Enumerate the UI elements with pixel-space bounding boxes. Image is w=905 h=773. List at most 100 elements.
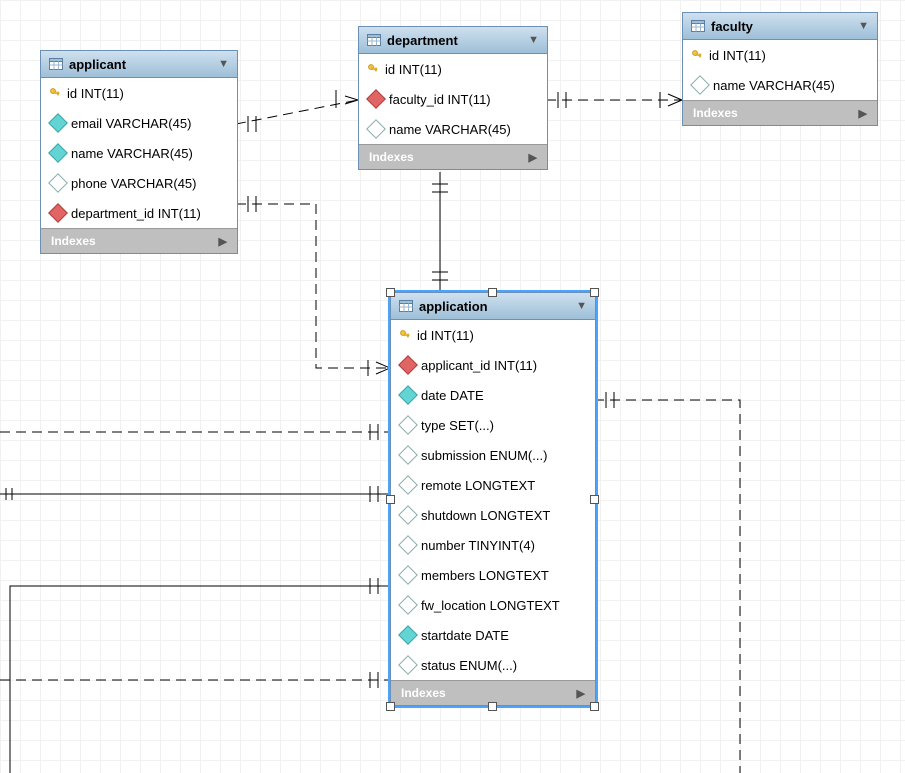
expand-icon[interactable]: ▶ <box>859 107 867 120</box>
collapse-icon[interactable]: ▼ <box>858 20 869 32</box>
table-column[interactable]: fw_location LONGTEXT <box>391 590 595 620</box>
table-column[interactable]: remote LONGTEXT <box>391 470 595 500</box>
column-text: type SET(...) <box>421 418 494 433</box>
foreign-key-icon <box>398 355 418 375</box>
indexes-label: Indexes <box>401 686 446 700</box>
table-column[interactable]: email VARCHAR(45) <box>41 108 237 138</box>
column-nullable-icon <box>398 505 418 525</box>
selection-handle[interactable] <box>386 702 395 711</box>
column-text: members LONGTEXT <box>421 568 549 583</box>
table-column[interactable]: id INT(11) <box>391 320 595 350</box>
indexes-section[interactable]: Indexes ▶ <box>41 228 237 253</box>
selection-handle[interactable] <box>488 288 497 297</box>
indexes-label: Indexes <box>693 106 738 120</box>
indexes-label: Indexes <box>369 150 414 164</box>
column-notnull-icon <box>398 625 418 645</box>
selection-handle[interactable] <box>386 495 395 504</box>
column-text: shutdown LONGTEXT <box>421 508 550 523</box>
selection-handle[interactable] <box>590 702 599 711</box>
table-column[interactable]: startdate DATE <box>391 620 595 650</box>
table-header[interactable]: application▼ <box>391 293 595 320</box>
table-column[interactable]: faculty_id INT(11) <box>359 84 547 114</box>
foreign-key-icon <box>48 203 68 223</box>
table-icon <box>49 58 63 70</box>
column-text: id INT(11) <box>385 62 442 77</box>
table-applicant[interactable]: applicant▼ id INT(11) email VARCHAR(45) nam… <box>40 50 238 254</box>
collapse-icon[interactable]: ▼ <box>576 300 587 312</box>
table-icon <box>399 300 413 312</box>
column-text: email VARCHAR(45) <box>71 116 191 131</box>
table-name: department <box>387 33 528 48</box>
primary-key-icon <box>691 49 703 61</box>
table-column[interactable]: id INT(11) <box>359 54 547 84</box>
selection-handle[interactable] <box>488 702 497 711</box>
table-faculty[interactable]: faculty▼id INT(11)name VARCHAR(45)Indexe… <box>682 12 878 126</box>
column-text: date DATE <box>421 388 484 403</box>
collapse-icon[interactable]: ▼ <box>528 34 539 46</box>
column-nullable-icon <box>398 475 418 495</box>
column-text: id INT(11) <box>417 328 474 343</box>
table-column[interactable]: department_id INT(11) <box>41 198 237 228</box>
column-nullable-icon <box>398 535 418 555</box>
table-application[interactable]: application▼ id INT(11) applicant_id INT(1… <box>390 292 596 706</box>
selection-handle[interactable] <box>590 495 599 504</box>
column-text: id INT(11) <box>67 86 124 101</box>
collapse-icon[interactable]: ▼ <box>218 58 229 70</box>
column-nullable-icon <box>398 655 418 675</box>
table-column[interactable]: id INT(11) <box>41 78 237 108</box>
column-notnull-icon <box>398 385 418 405</box>
column-nullable-icon <box>398 565 418 585</box>
column-text: number TINYINT(4) <box>421 538 535 553</box>
table-name: faculty <box>711 19 858 34</box>
table-column[interactable]: shutdown LONGTEXT <box>391 500 595 530</box>
primary-key-icon <box>367 63 379 75</box>
column-text: startdate DATE <box>421 628 509 643</box>
column-text: id INT(11) <box>709 48 766 63</box>
table-column[interactable]: date DATE <box>391 380 595 410</box>
table-column[interactable]: name VARCHAR(45) <box>359 114 547 144</box>
column-text: name VARCHAR(45) <box>389 122 511 137</box>
table-name: application <box>419 299 576 314</box>
table-header[interactable]: applicant▼ <box>41 51 237 78</box>
table-column[interactable]: applicant_id INT(11) <box>391 350 595 380</box>
selection-handle[interactable] <box>590 288 599 297</box>
column-notnull-icon <box>48 113 68 133</box>
table-icon <box>691 20 705 32</box>
table-column[interactable]: name VARCHAR(45) <box>683 70 877 100</box>
indexes-section[interactable]: Indexes ▶ <box>683 100 877 125</box>
table-column[interactable]: submission ENUM(...) <box>391 440 595 470</box>
primary-key-icon <box>399 329 411 341</box>
table-column[interactable]: type SET(...) <box>391 410 595 440</box>
column-nullable-icon <box>366 119 386 139</box>
table-icon <box>367 34 381 46</box>
table-department[interactable]: department▼ id INT(11) faculty_id INT(11) n… <box>358 26 548 170</box>
table-column[interactable]: id INT(11) <box>683 40 877 70</box>
column-text: submission ENUM(...) <box>421 448 547 463</box>
table-header[interactable]: department▼ <box>359 27 547 54</box>
table-column[interactable]: members LONGTEXT <box>391 560 595 590</box>
expand-icon[interactable]: ▶ <box>577 687 585 700</box>
table-header[interactable]: faculty▼ <box>683 13 877 40</box>
column-text: faculty_id INT(11) <box>389 92 491 107</box>
expand-icon[interactable]: ▶ <box>529 151 537 164</box>
selection-handle[interactable] <box>386 288 395 297</box>
column-notnull-icon <box>48 143 68 163</box>
table-column[interactable]: status ENUM(...) <box>391 650 595 680</box>
column-text: name VARCHAR(45) <box>71 146 193 161</box>
column-text: applicant_id INT(11) <box>421 358 537 373</box>
indexes-label: Indexes <box>51 234 96 248</box>
column-nullable-icon <box>398 595 418 615</box>
column-nullable-icon <box>398 445 418 465</box>
foreign-key-icon <box>366 89 386 109</box>
expand-icon[interactable]: ▶ <box>219 235 227 248</box>
primary-key-icon <box>49 87 61 99</box>
column-text: phone VARCHAR(45) <box>71 176 196 191</box>
indexes-section[interactable]: Indexes ▶ <box>359 144 547 169</box>
column-text: remote LONGTEXT <box>421 478 535 493</box>
table-column[interactable]: name VARCHAR(45) <box>41 138 237 168</box>
table-column[interactable]: phone VARCHAR(45) <box>41 168 237 198</box>
table-column[interactable]: number TINYINT(4) <box>391 530 595 560</box>
column-text: status ENUM(...) <box>421 658 517 673</box>
table-name: applicant <box>69 57 218 72</box>
column-nullable-icon <box>398 415 418 435</box>
